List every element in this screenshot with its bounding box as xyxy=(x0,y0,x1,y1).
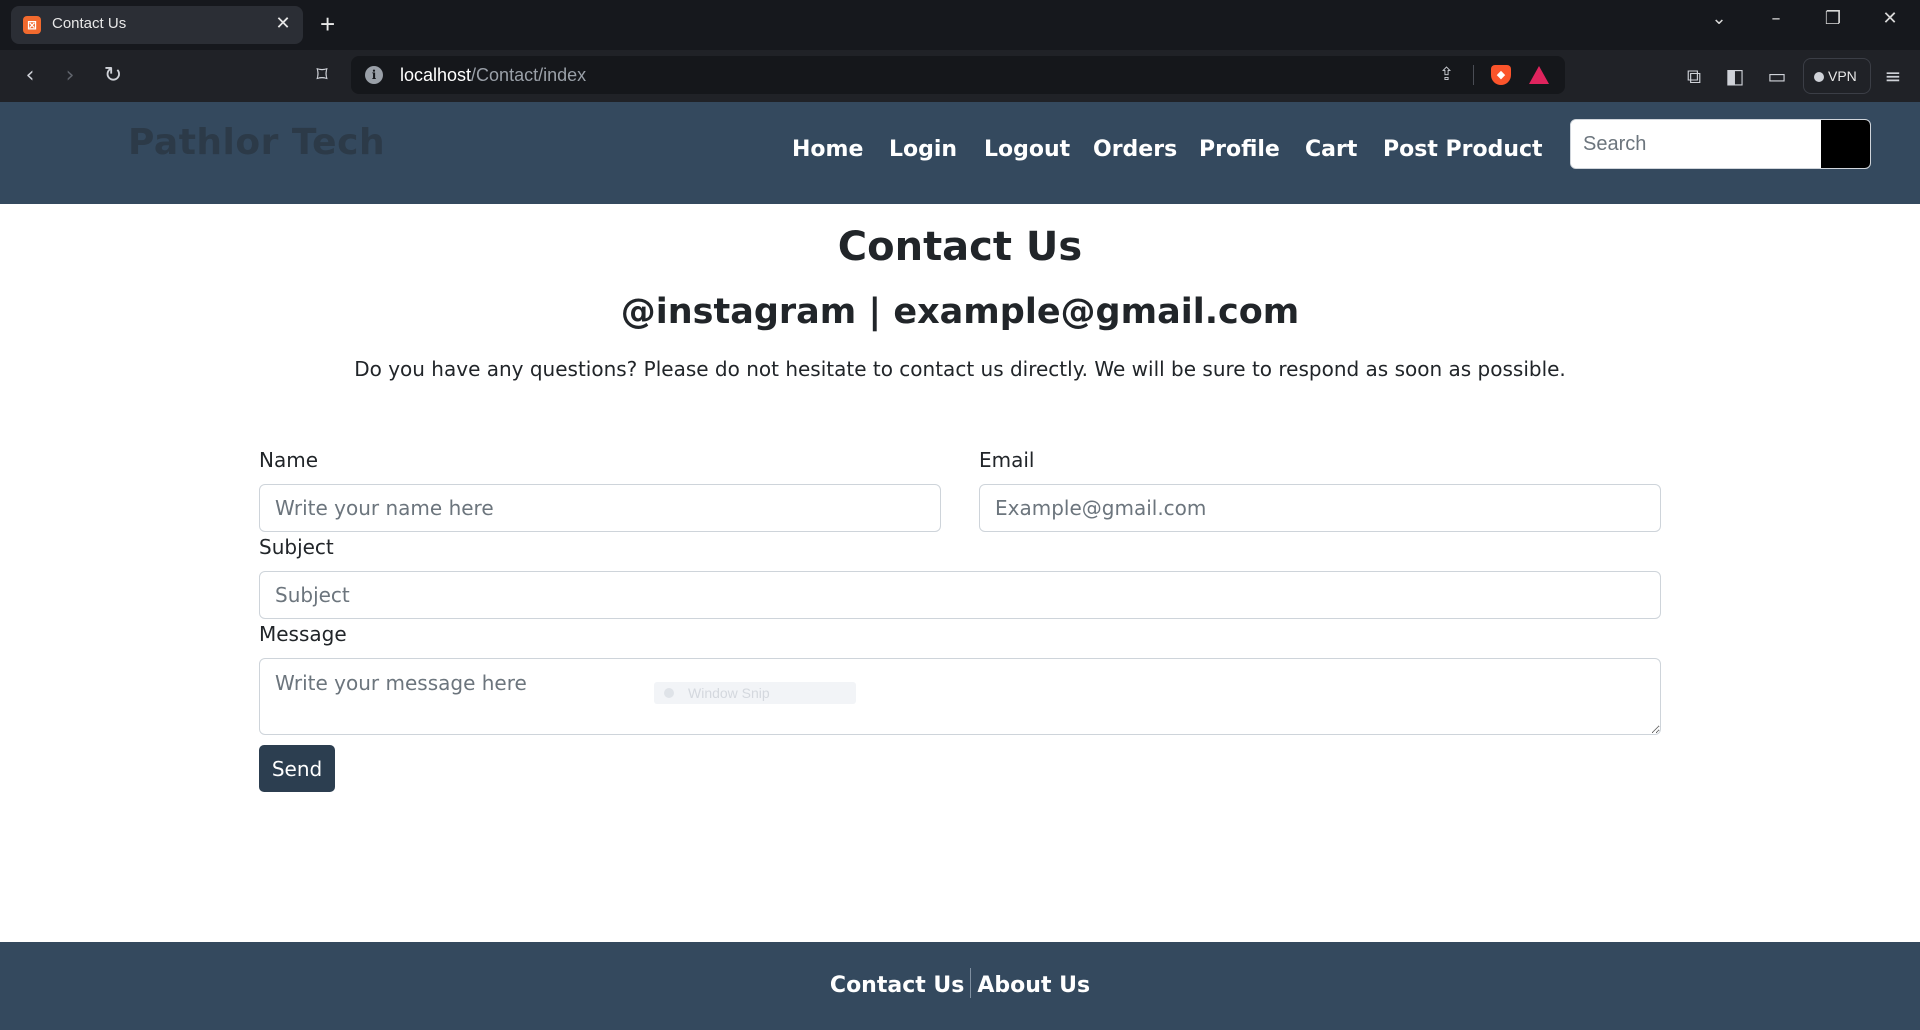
tab-list-chevron-down-icon[interactable]: ⌄ xyxy=(1704,6,1734,32)
search-input[interactable] xyxy=(1571,120,1821,168)
nav-profile[interactable]: Profile xyxy=(1199,130,1280,170)
contact-intro-text: Do you have any questions? Please do not… xyxy=(354,357,1566,381)
email-label: Email xyxy=(979,448,1035,472)
brave-rewards-icon[interactable] xyxy=(1529,66,1549,84)
vpn-button[interactable]: VPN xyxy=(1803,58,1871,94)
forward-icon[interactable]: › xyxy=(57,63,83,89)
menu-icon[interactable]: ≡ xyxy=(1880,63,1906,89)
tab-favicon-icon: ⊠ xyxy=(23,16,41,34)
message-field[interactable] xyxy=(259,658,1661,735)
extensions-icon[interactable]: ⧉ xyxy=(1681,63,1707,89)
site-footer: Contact Us About Us xyxy=(0,942,1920,1030)
name-field[interactable] xyxy=(259,484,941,532)
wallet-icon[interactable]: ▭ xyxy=(1764,63,1790,89)
vpn-label: VPN xyxy=(1828,68,1857,84)
sidebar-icon[interactable]: ◧ xyxy=(1722,63,1748,89)
url-host: localhost xyxy=(400,65,472,85)
share-icon[interactable]: ⇪ xyxy=(1439,64,1454,86)
back-icon[interactable]: ‹ xyxy=(17,63,43,89)
close-window-icon[interactable]: ✕ xyxy=(1875,6,1905,32)
address-divider xyxy=(1473,65,1474,85)
nav-cart[interactable]: Cart xyxy=(1305,130,1357,170)
site-header: Pathlor Tech Home Login Logout Orders Pr… xyxy=(0,102,1920,204)
footer-about-link[interactable]: About Us xyxy=(977,973,1090,998)
minimize-icon[interactable]: – xyxy=(1761,6,1791,32)
nav-home[interactable]: Home xyxy=(792,130,863,170)
snip-icon xyxy=(664,688,674,698)
email-field[interactable] xyxy=(979,484,1661,532)
contact-section: Contact Us @instagram | example@gmail.co… xyxy=(0,204,1920,942)
bookmark-icon[interactable]: ⌑ xyxy=(309,63,335,89)
nav-orders[interactable]: Orders xyxy=(1093,130,1177,170)
footer-divider xyxy=(970,968,972,998)
reload-icon[interactable]: ↻ xyxy=(100,63,126,89)
browser-toolbar: ‹ › ↻ ⌑ i localhost/Contact/index ⇪ ◆ ⧉ … xyxy=(0,50,1920,102)
send-button[interactable]: Send xyxy=(259,745,335,792)
url-path: /Contact/index xyxy=(471,65,587,85)
address-bar[interactable]: i localhost/Contact/index ⇪ ◆ xyxy=(351,56,1565,94)
new-tab-icon[interactable]: + xyxy=(320,10,335,38)
nav-login[interactable]: Login xyxy=(889,130,957,170)
page-title: Contact Us xyxy=(837,224,1083,270)
subject-label: Subject xyxy=(259,535,334,559)
snip-label: Window Snip xyxy=(688,685,770,701)
subject-field[interactable] xyxy=(259,571,1661,619)
footer-links: Contact Us About Us xyxy=(0,968,1920,998)
nav-logout[interactable]: Logout xyxy=(984,130,1070,170)
restore-icon[interactable]: ❐ xyxy=(1818,6,1848,32)
vpn-icon xyxy=(1814,72,1824,82)
contact-subtitle: @instagram | example@gmail.com xyxy=(620,292,1300,332)
browser-tab[interactable]: ⊠ Contact Us ✕ xyxy=(11,6,303,44)
url-text: localhost/Contact/index xyxy=(400,65,586,86)
search-button[interactable] xyxy=(1821,120,1870,168)
search-form xyxy=(1570,119,1871,169)
name-label: Name xyxy=(259,448,319,472)
brave-shield-icon[interactable]: ◆ xyxy=(1491,65,1511,85)
site-info-icon[interactable]: i xyxy=(365,66,383,84)
tab-title: Contact Us xyxy=(52,15,127,32)
nav-post-product[interactable]: Post Product xyxy=(1383,130,1543,170)
browser-tab-bar: ⊠ Contact Us ✕ + ⌄ – ❐ ✕ xyxy=(0,0,1920,50)
footer-contact-link[interactable]: Contact Us xyxy=(830,973,964,998)
message-label: Message xyxy=(259,622,347,646)
tab-close-icon[interactable]: ✕ xyxy=(273,13,293,35)
window-snip-overlay: Window Snip xyxy=(654,682,856,704)
